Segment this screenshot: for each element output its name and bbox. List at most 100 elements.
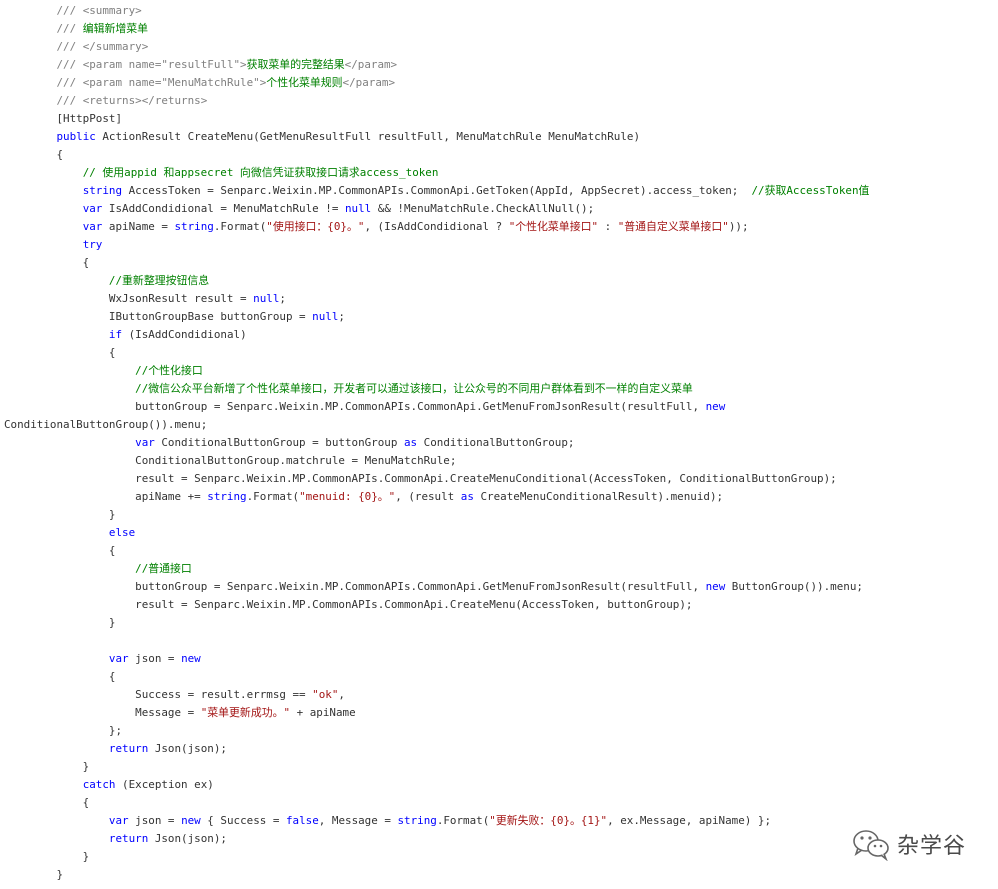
code-token: { bbox=[4, 670, 116, 683]
code-line: Success = result.errmsg == "ok", bbox=[4, 686, 998, 704]
code-token: { bbox=[4, 346, 116, 359]
code-token: { bbox=[4, 796, 90, 809]
code-token: /// <param name="MenuMatchRule"> bbox=[56, 76, 267, 89]
code-token: : bbox=[598, 220, 618, 233]
code-token: string bbox=[174, 220, 214, 233]
code-line: var apiName = string.Format("使用接口：{0}。",… bbox=[4, 218, 998, 236]
code-token: )); bbox=[728, 220, 749, 233]
code-token: .Format( bbox=[246, 490, 300, 503]
code-token: json = bbox=[128, 814, 182, 827]
code-token: ActionResult CreateMenu(GetMenuResultFul… bbox=[95, 130, 641, 143]
code-token: { bbox=[4, 256, 90, 269]
code-line: var json = new bbox=[4, 650, 998, 668]
code-line: result = Senparc.Weixin.MP.CommonAPIs.Co… bbox=[4, 470, 998, 488]
code-token: if bbox=[108, 328, 123, 341]
code-token: /// <param name="resultFull"> bbox=[56, 58, 247, 71]
code-line: { bbox=[4, 344, 998, 362]
code-line: /// <param name="resultFull">获取菜单的完整结果</… bbox=[4, 56, 998, 74]
code-token: "菜单更新成功。" bbox=[200, 706, 291, 719]
code-token: "使用接口：{0}。" bbox=[266, 220, 365, 233]
code-line: return Json(json); bbox=[4, 740, 998, 758]
code-token: var bbox=[135, 436, 155, 449]
code-token: Message = bbox=[4, 706, 201, 719]
code-token: "ok" bbox=[312, 688, 339, 701]
code-token: var bbox=[108, 652, 129, 665]
code-token: new bbox=[181, 814, 201, 827]
code-line: /// 编辑新增菜单 bbox=[4, 20, 998, 38]
code-token: string bbox=[82, 184, 123, 197]
code-line: Message = "菜单更新成功。" + apiName bbox=[4, 704, 998, 722]
code-line: } bbox=[4, 614, 998, 632]
code-token: ConditionalButtonGroup()).menu; bbox=[4, 418, 208, 431]
code-token: public bbox=[56, 130, 96, 143]
code-token: json = bbox=[128, 652, 182, 665]
code-token: , ex.Message, apiName) }; bbox=[607, 814, 772, 827]
code-token: //普通接口 bbox=[135, 562, 192, 575]
code-token: //个性化接口 bbox=[135, 364, 203, 377]
code-token: "个性化菜单接口" bbox=[508, 220, 599, 233]
code-token: WxJsonResult result = bbox=[4, 292, 254, 305]
code-token: } bbox=[4, 616, 116, 629]
code-token: ; bbox=[279, 292, 286, 305]
code-token: //微信公众平台新增了个性化菜单接口，开发者可以通过该接口，让公众号的不同用户群… bbox=[135, 382, 693, 395]
code-line: if (IsAddCondidional) bbox=[4, 326, 998, 344]
code-token: var bbox=[82, 220, 103, 233]
code-token: null bbox=[344, 202, 372, 215]
code-token: , (IsAddCondidional ? bbox=[364, 220, 509, 233]
code-token: false bbox=[285, 814, 319, 827]
code-token: apiName = bbox=[102, 220, 175, 233]
watermark: 杂学谷 bbox=[851, 827, 966, 861]
code-line: apiName += string.Format("menuid: {0}。",… bbox=[4, 488, 998, 506]
code-line: //个性化接口 bbox=[4, 362, 998, 380]
code-token: /// <returns></returns> bbox=[56, 94, 208, 107]
code-token: IsAddCondidional = MenuMatchRule != bbox=[102, 202, 345, 215]
code-line: WxJsonResult result = null; bbox=[4, 290, 998, 308]
code-line: { bbox=[4, 254, 998, 272]
code-block: /// <summary> /// 编辑新增菜单 /// </summary> … bbox=[4, 2, 998, 884]
code-token: { bbox=[4, 544, 116, 557]
code-token: result = Senparc.Weixin.MP.CommonAPIs.Co… bbox=[4, 472, 837, 485]
code-token: as bbox=[460, 490, 474, 503]
code-line: { bbox=[4, 668, 998, 686]
code-line: /// </summary> bbox=[4, 38, 998, 56]
code-token: } bbox=[4, 868, 64, 881]
code-token: } bbox=[4, 508, 116, 521]
code-token: IButtonGroupBase buttonGroup = bbox=[4, 310, 313, 323]
code-token: { bbox=[4, 148, 64, 161]
code-line: /// <param name="MenuMatchRule">个性化菜单规则<… bbox=[4, 74, 998, 92]
code-token: string bbox=[207, 490, 247, 503]
code-line: buttonGroup = Senparc.Weixin.MP.CommonAP… bbox=[4, 578, 998, 596]
code-token: { Success = bbox=[200, 814, 286, 827]
code-line: } bbox=[4, 848, 998, 866]
code-token: ; bbox=[338, 310, 345, 323]
code-line: } bbox=[4, 506, 998, 524]
code-token: && !MenuMatchRule.CheckAllNull(); bbox=[371, 202, 595, 215]
code-token: [HttpPost] bbox=[4, 112, 123, 125]
code-line: }; bbox=[4, 722, 998, 740]
code-token: } bbox=[4, 850, 90, 863]
code-token: else bbox=[108, 526, 136, 539]
code-token: "menuid: {0}。" bbox=[299, 490, 396, 503]
code-line: { bbox=[4, 542, 998, 560]
code-line: } bbox=[4, 758, 998, 776]
code-token: /// bbox=[56, 22, 83, 35]
code-token: Json(json); bbox=[148, 832, 227, 845]
code-line: try bbox=[4, 236, 998, 254]
code-line: /// <returns></returns> bbox=[4, 92, 998, 110]
code-token: 编辑新增菜单 bbox=[82, 22, 149, 35]
code-line: string AccessToken = Senparc.Weixin.MP.C… bbox=[4, 182, 998, 200]
watermark-text: 杂学谷 bbox=[896, 834, 966, 859]
code-token: buttonGroup = Senparc.Weixin.MP.CommonAP… bbox=[4, 400, 706, 413]
code-token: //获取AccessToken值 bbox=[751, 184, 870, 197]
code-line: result = Senparc.Weixin.MP.CommonAPIs.Co… bbox=[4, 596, 998, 614]
code-token: 获取菜单的完整结果 bbox=[246, 58, 345, 71]
code-token: /// </summary> bbox=[56, 40, 149, 53]
